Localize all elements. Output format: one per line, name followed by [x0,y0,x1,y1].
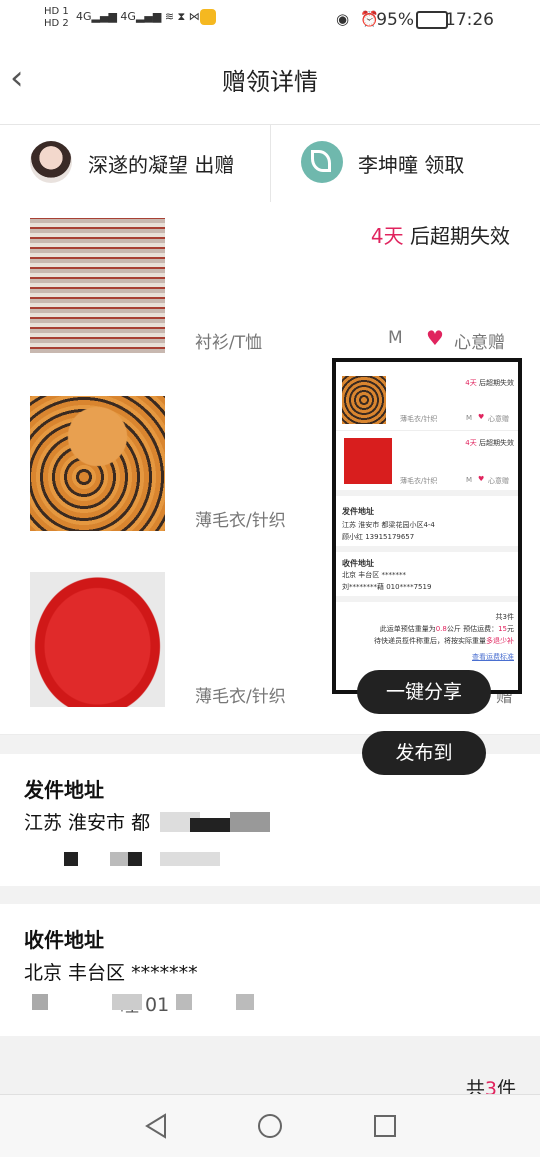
redacted-block [112,994,142,1010]
preview-note-line: 待快递员揽件称重后，将按实际重量多退少补 [374,637,514,645]
divider [336,596,518,602]
back-triangle-icon[interactable] [144,1113,168,1139]
battery-icon [416,11,448,29]
redacted-block [190,818,230,832]
status-bar: HD 1 HD 2 4G▂▄▆ 4G▂▄▆ ≋ ⧗ ⋈ ◉ ⏰ 95% 17:2… [0,0,540,40]
preview-receiver-line: 北京 丰台区 ******* [342,571,406,579]
preview-gift: 心意赠 [488,477,509,485]
preview-thumbnail [344,438,392,484]
signal-icon: 4G▂▄▆ 4G▂▄▆ ≋ ⧗ ⋈ [76,10,200,23]
receiver-address-line: 北京 丰台区 ******* [24,962,198,984]
share-preview-card: 4天 后超期失效 薄毛衣/针织 M ♥ 心意赠 4天 后超期失效 薄毛衣/针织 … [332,358,522,694]
preview-expire: 4天 后超期失效 [465,439,514,447]
preview-sender-line: 江苏 淮安市 都梁花园小区4-4 [342,521,435,529]
preview-expire: 4天 后超期失效 [465,379,514,387]
preview-weight-line: 此运单预估重量为0.8公斤 预估运费：15元 [379,625,514,633]
item-category: 薄毛衣/针织 [195,511,286,531]
expire-label: 4天 后超期失效 [370,224,510,248]
preview-size: M [466,414,473,422]
divider [336,490,518,496]
heart-icon: ♥ [426,326,444,350]
redacted-block [64,852,78,866]
list-item[interactable]: 4天 后超期失效 衬衫/T恤 M ♥ 心意赠 [0,202,540,381]
preview-thumbnail [342,376,386,424]
preview-receiver-contact: 刘********藉 010****7519 [342,583,432,591]
preview-receiver-title: 收件地址 [342,559,374,568]
sender-address-title: 发件地址 [24,778,104,802]
item-thumbnail[interactable] [30,218,165,353]
header: ‹ 赠领详情 [0,40,540,124]
redacted-block [236,994,254,1010]
donor-avatar[interactable] [30,141,72,183]
item-thumbnail[interactable] [30,572,165,707]
people-row: 深遂的凝望 出赠 李坤曈 领取 [0,124,540,204]
item-thumbnail[interactable] [30,396,165,531]
item-size: M [388,328,403,348]
sender-address-line: 江苏 淮安市 都 [24,812,151,834]
eye-icon: ◉ [336,10,350,28]
item-category: 薄毛衣/针织 [195,687,286,707]
battery-percent: 95% [376,10,414,30]
donor-label: 深遂的凝望 出赠 [88,153,235,177]
receiver-address-title: 收件地址 [24,928,104,952]
item-category: 衬衫/T恤 [195,333,263,353]
leaf-icon [311,150,331,172]
gift-type: 心意赠 [454,333,505,353]
recents-square-icon[interactable] [373,1114,397,1138]
heart-icon: ♥ [478,413,485,421]
preview-gift: 心意赠 [488,415,509,423]
preview-category: 薄毛衣/针织 [400,477,438,485]
divider [336,430,518,431]
home-circle-icon[interactable] [257,1113,283,1139]
divider [270,125,271,203]
redacted-block [230,812,270,832]
preview-total: 共3件 [495,613,514,621]
heart-icon: ♥ [478,475,485,483]
sim-indicators: HD 1 HD 2 [44,6,69,30]
preview-size: M [466,476,473,484]
receiver-avatar[interactable] [301,141,343,183]
sim1-label: HD 1 [44,6,69,17]
publish-to-button[interactable]: 发布到 [362,731,486,775]
preview-rules-link: 查看运费标准 [472,653,514,661]
redacted-block [160,852,220,866]
preview-category: 薄毛衣/针织 [400,415,438,423]
preview-sender-title: 发件地址 [342,507,374,516]
redacted-block [32,994,48,1010]
receiver-label: 李坤曈 领取 [358,153,465,177]
system-nav-bar [0,1094,540,1157]
redacted-block [110,852,128,866]
sim2-label: HD 2 [44,18,69,29]
one-click-share-button[interactable]: 一键分享 [357,670,491,714]
redacted-block [176,994,192,1010]
redacted-block [128,852,142,866]
page-title: 赠领详情 [222,68,318,96]
divider [336,546,518,552]
receiver-address-card: 收件地址 北京 丰台区 ******* 瞳 01 [0,904,540,1036]
clock: 17:26 [445,10,494,30]
app-notification-icon [200,9,216,25]
preview-sender-contact: 顾小红 13915179657 [342,533,415,541]
